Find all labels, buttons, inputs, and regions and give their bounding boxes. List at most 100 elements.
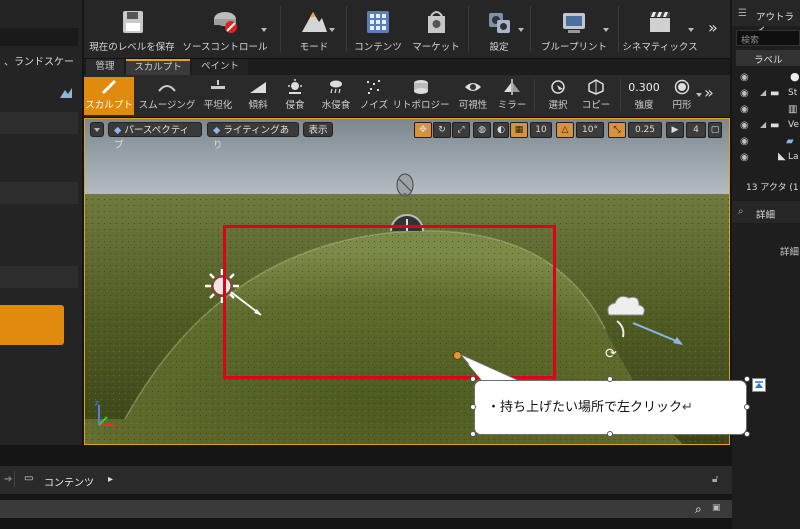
- visibility-tool[interactable]: 可視性: [452, 77, 494, 115]
- left-panel: 、ランドスケー: [0, 0, 82, 445]
- rotation-snap-value[interactable]: 10°: [576, 122, 604, 138]
- save-level-button[interactable]: 現在のレベルを保存: [88, 4, 176, 56]
- camera-speed-value[interactable]: 4: [686, 122, 706, 138]
- camera-speed-icon[interactable]: ▶: [666, 122, 684, 138]
- rotate-mode-icon[interactable]: ↻: [433, 122, 451, 138]
- viewport-options-button[interactable]: [90, 122, 104, 137]
- tab-manage[interactable]: 管理: [86, 59, 124, 75]
- selection-handle: [470, 431, 476, 437]
- left-panel-section: [0, 266, 78, 288]
- content-button[interactable]: コンテンツ: [350, 4, 406, 56]
- create-button[interactable]: [0, 305, 64, 345]
- outliner-row[interactable]: ◉ ▥: [732, 102, 800, 118]
- outliner-row[interactable]: ◉ ◣ La: [732, 150, 800, 166]
- eye-icon: ◉: [740, 152, 749, 163]
- brush-shape-dropdown[interactable]: 円形: [666, 77, 698, 115]
- chevron-down-icon[interactable]: [518, 28, 524, 32]
- sky-atmosphere-icon[interactable]: [603, 291, 687, 347]
- selection-handle: [744, 404, 750, 410]
- ramp-tool[interactable]: 傾斜: [240, 77, 276, 115]
- scale-mode-icon[interactable]: ⤢: [452, 122, 470, 138]
- axis-gizmo: zx: [93, 399, 119, 431]
- folder-icon: ▭: [24, 473, 34, 484]
- landscape-icon: ◣: [778, 151, 786, 162]
- svg-text:x: x: [113, 423, 117, 431]
- content-grid-icon: [363, 8, 393, 36]
- select-tool-label: 選択: [548, 100, 568, 111]
- erosion-tool[interactable]: 侵食: [278, 77, 312, 115]
- instruction-callout: ・持ち上げたい場所で左クリック↵: [474, 380, 747, 435]
- grid-snap-icon[interactable]: ▦: [510, 122, 528, 138]
- erosion-icon: [286, 79, 304, 95]
- sky-light-icon[interactable]: [391, 171, 419, 199]
- source-control-button[interactable]: ソースコントロール: [179, 4, 271, 56]
- sculpt-tool[interactable]: スカルプト: [84, 77, 134, 115]
- smooth-tool[interactable]: スムージング: [136, 77, 198, 115]
- rotation-snap-icon[interactable]: △: [556, 122, 574, 138]
- tool-row-more-button[interactable]: »: [704, 83, 714, 102]
- lock-icon[interactable]: 🔓︎: [712, 474, 718, 485]
- scale-snap-value[interactable]: 0.25: [628, 122, 662, 138]
- chevron-down-icon[interactable]: [603, 28, 609, 32]
- outliner-row[interactable]: ◉ ●: [732, 70, 800, 86]
- noise-tool[interactable]: ノイズ: [358, 77, 390, 115]
- flatten-tool[interactable]: 平坦化: [198, 77, 238, 115]
- retopologize-tool-label: リトポロジー: [392, 100, 450, 111]
- eye-icon: ◉: [740, 88, 749, 99]
- collapse-icon[interactable]: [752, 378, 766, 392]
- hydro-erosion-icon: [327, 79, 345, 95]
- outliner-row[interactable]: ◉ ◢ ▬ Ve: [732, 118, 800, 134]
- chevron-down-icon[interactable]: [329, 28, 335, 32]
- tab-sculpt[interactable]: スカルプト: [126, 59, 190, 75]
- surface-snap-icon[interactable]: ◐: [493, 122, 509, 138]
- outliner-row[interactable]: ◉ ◢ ▬ St: [732, 86, 800, 102]
- outliner-list: ◉ ● ◉ ◢ ▬ St ◉ ▥ ◉ ◢ ▬ Ve ◉ ▰ ◉ ◣ La: [732, 70, 800, 166]
- toolbar-more-button[interactable]: »: [708, 18, 718, 37]
- chevron-down-icon[interactable]: [688, 28, 694, 32]
- lighting-mode-button[interactable]: ◆ ライティングあり: [207, 122, 299, 151]
- mirror-tool-label: ミラー: [497, 100, 527, 111]
- copy-tool[interactable]: コピー: [578, 77, 614, 115]
- retopologize-icon: [412, 79, 430, 95]
- world-space-icon[interactable]: ◍: [473, 122, 491, 138]
- retopologize-tool[interactable]: リトポロジー: [392, 77, 450, 115]
- actor-icon: ▰: [786, 136, 794, 147]
- noise-icon: [365, 79, 383, 95]
- save-icon: [117, 8, 147, 36]
- circle-brush-icon: [673, 79, 691, 95]
- outliner-search-input[interactable]: 検索: [736, 30, 800, 46]
- mode-button[interactable]: モード: [284, 4, 344, 56]
- tab-paint[interactable]: ペイント: [192, 59, 248, 75]
- marketplace-button[interactable]: マーケット: [408, 4, 464, 56]
- select-tool[interactable]: 選択: [540, 77, 576, 115]
- translate-icon[interactable]: ✥: [414, 122, 432, 138]
- grid-snap-value[interactable]: 10: [530, 122, 552, 138]
- outliner-row-label: St: [788, 88, 798, 98]
- save-icon[interactable]: ▣: [712, 503, 721, 513]
- outliner-row[interactable]: ◉ ▰: [732, 134, 800, 150]
- right-panel: ☰ アウトライ 検索 ラベル ◉● ◉◢▬St ◉▥ ◉◢▬Ve ◉▰ ◉◣La…: [732, 0, 800, 529]
- show-button[interactable]: 表示: [303, 122, 333, 137]
- maximize-viewport-icon[interactable]: ▢: [708, 122, 722, 138]
- copy-tool-label: コピー: [581, 100, 611, 111]
- path-arrow[interactable]: ▸: [108, 474, 113, 485]
- outliner-column-header[interactable]: ラベル: [736, 50, 800, 66]
- ramp-icon: [249, 79, 267, 95]
- content-search-input[interactable]: ⌕ ▣: [0, 500, 732, 518]
- forward-arrow-icon[interactable]: ➔: [4, 474, 12, 485]
- mirror-tool[interactable]: ミラー: [494, 77, 530, 115]
- content-browser-bar: ➔ ▭ コンテンツ ▸ 🔓︎: [0, 466, 732, 494]
- perspective-button[interactable]: ◆ パースペクティブ: [108, 122, 202, 151]
- landscape-icon: [60, 88, 72, 98]
- rotate-icon[interactable]: ⟳: [605, 347, 619, 361]
- hydro-erosion-tool-label: 水侵食: [321, 100, 351, 111]
- hydro-erosion-tool[interactable]: 水侵食: [314, 77, 358, 115]
- search-icon[interactable]: ⌕: [695, 502, 702, 517]
- left-panel-section: [0, 182, 78, 204]
- selection-handle: [607, 376, 613, 382]
- chevron-down-icon[interactable]: [261, 28, 267, 32]
- scale-snap-icon[interactable]: ⤡: [608, 122, 626, 138]
- strength-field[interactable]: 0.300 強度: [626, 77, 662, 115]
- chevron-down-icon[interactable]: [696, 93, 702, 97]
- content-path-label[interactable]: コンテンツ: [44, 474, 94, 489]
